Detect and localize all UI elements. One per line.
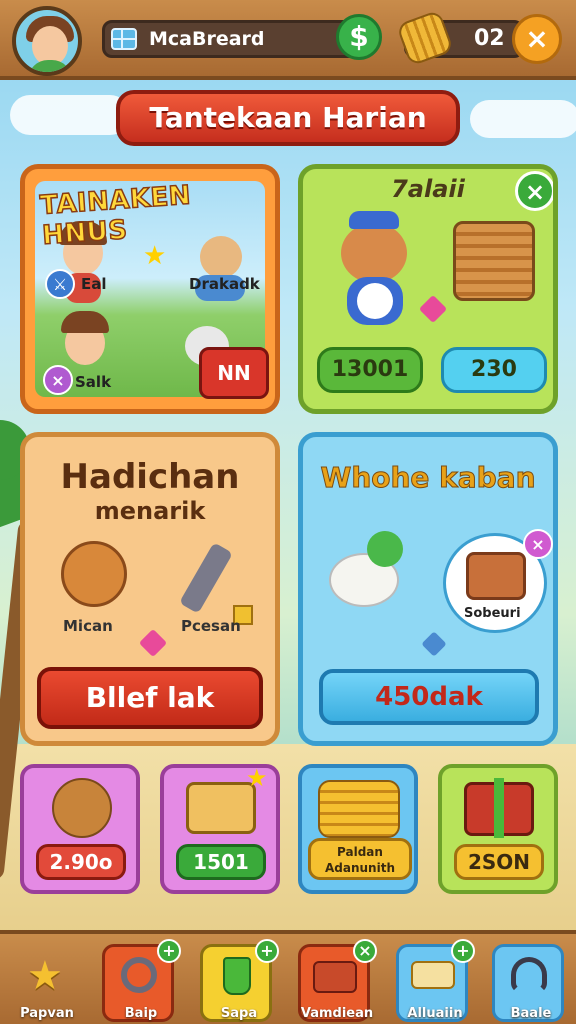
close-badge-icon: × xyxy=(353,939,377,963)
scroll-icon xyxy=(411,961,455,989)
daily-title-banner: Tantekaan Harian xyxy=(116,90,460,146)
coin-count: 02 xyxy=(474,26,505,51)
nav-label: Vamdiean xyxy=(300,1006,374,1021)
gift-card[interactable]: Hadichan menarik Mican Pcesan Bllef lak xyxy=(20,432,280,746)
shop-item-coins[interactable]: Paldan Adanunith xyxy=(298,764,418,894)
headset-icon xyxy=(511,957,547,993)
gift-claim-button[interactable]: Bllef lak xyxy=(37,667,263,729)
nav-label: Baip xyxy=(124,1006,158,1021)
case-icon xyxy=(313,961,357,993)
cash-button[interactable]: $ xyxy=(336,14,382,60)
shop-item-bear[interactable]: 2.90o xyxy=(20,764,140,894)
character-price-blue[interactable]: 230 xyxy=(441,347,547,393)
bucket-icon xyxy=(223,957,251,995)
quest-label-1: Eal xyxy=(81,275,107,293)
star-icon: ★ xyxy=(143,241,167,271)
bottom-nav: ★ Papvan + Baip + Sapa × Vamdiean + Allu… xyxy=(0,930,576,1024)
shop-price-3: Paldan Adanunith xyxy=(308,838,412,880)
gift-item-2: Pcesan xyxy=(181,617,241,635)
close-button[interactable]: × xyxy=(512,14,562,64)
shop-item-gift[interactable]: 2SON xyxy=(438,764,558,894)
quest-card[interactable]: ★ TAINAKEN HNUS ⚔ Eal Drakadk × Salk NN xyxy=(20,164,280,414)
nav-label: Baale xyxy=(510,1006,552,1021)
quest-label-2: Drakadk xyxy=(189,275,260,293)
gem-icon xyxy=(138,628,168,658)
chest-icon xyxy=(466,552,526,600)
plus-badge-icon: + xyxy=(157,939,181,963)
gift-item-1: Mican xyxy=(63,617,113,635)
top-bar: McaBreard $ 02 × xyxy=(0,0,576,80)
gem-icon xyxy=(421,631,447,657)
nav-label: Papvan xyxy=(20,1006,74,1021)
gift-title: Hadichan xyxy=(60,457,240,497)
nav-item-sapa[interactable]: + Sapa xyxy=(200,939,279,1022)
character-card[interactable]: 7alaii × 13001 230 xyxy=(298,164,558,414)
pet-card[interactable]: Whohe kaban Sobeuri × 450dak xyxy=(298,432,558,746)
quest-action-button[interactable]: NN xyxy=(199,347,269,399)
nav-item-papvan[interactable]: ★ Papvan xyxy=(8,944,80,1022)
cross-badge-icon: × xyxy=(43,365,73,395)
chest-label: Sobeuri xyxy=(464,606,521,621)
nav-item-alluaiin[interactable]: + Alluaiin xyxy=(396,939,475,1022)
bear-icon xyxy=(52,778,112,838)
plus-badge-icon: + xyxy=(451,939,475,963)
star-icon: ★ xyxy=(246,764,268,792)
nav-item-baale[interactable]: Baale xyxy=(492,944,564,1022)
gift-subtitle: menarik xyxy=(94,497,206,525)
plus-badge-icon: + xyxy=(255,939,279,963)
quest-label-3: Salk xyxy=(75,373,112,391)
chest-close-icon[interactable]: × xyxy=(523,529,553,559)
character-price-green[interactable]: 13001 xyxy=(317,347,423,393)
gem-icon xyxy=(418,294,448,324)
sword-badge-icon: ⚔ xyxy=(45,269,75,299)
player-avatar[interactable] xyxy=(12,6,82,76)
shop-price-1: 2.90o xyxy=(36,844,126,880)
ring-icon xyxy=(121,957,157,993)
bread-character xyxy=(61,541,127,607)
nav-label: Alluaiin xyxy=(407,1006,463,1021)
player-name-bar[interactable]: McaBreard xyxy=(102,20,372,58)
shop-item-box[interactable]: ★ 1501 xyxy=(160,764,280,894)
treasure-case-icon xyxy=(453,221,535,301)
nav-label: Sapa xyxy=(220,1006,258,1021)
coin-pile-icon xyxy=(318,780,400,838)
shop-price-2: 1501 xyxy=(176,844,266,880)
shop-price-4: 2SON xyxy=(454,844,544,880)
wrench-icon xyxy=(178,542,234,614)
player-name: McaBreard xyxy=(149,28,265,50)
pet-title: Whohe kaban xyxy=(320,461,536,495)
ribbon-icon xyxy=(494,778,504,838)
pet-buy-button[interactable]: 450dak xyxy=(319,669,539,725)
close-card-icon[interactable]: × xyxy=(515,171,553,211)
star-icon: ★ xyxy=(27,953,63,999)
map-icon xyxy=(111,28,137,50)
nav-item-baip[interactable]: + Baip xyxy=(102,939,181,1022)
nav-item-vamdiean[interactable]: × Vamdiean xyxy=(298,939,377,1022)
